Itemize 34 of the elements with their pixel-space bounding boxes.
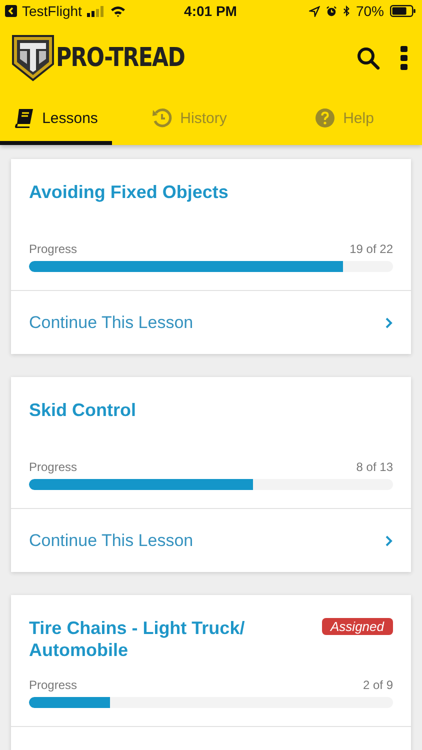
tab[interactable]: History	[112, 95, 267, 145]
signal-icon	[86, 6, 105, 16]
help-icon	[315, 108, 336, 128]
chevron-right-icon	[385, 534, 393, 546]
battery-percent: 70%	[356, 3, 384, 19]
progress-count: 8 of 13	[356, 459, 393, 475]
brand-name: PRO-TREAD	[56, 42, 185, 72]
progress-label: Progress	[29, 677, 78, 693]
clock: 4:01 PM	[184, 3, 237, 19]
more-options-icon[interactable]	[400, 46, 408, 70]
tab[interactable]: Lessons	[0, 95, 112, 145]
assigned-badge: Assigned	[322, 618, 393, 635]
history-icon	[152, 108, 172, 128]
progress-label: Progress	[29, 241, 78, 257]
progress-count: 2 of 9	[362, 677, 393, 693]
tab[interactable]: Help	[267, 95, 422, 145]
shield-logo-icon	[11, 34, 55, 82]
back-icon	[5, 5, 17, 17]
alarm-icon	[326, 6, 337, 16]
continue-lesson-button[interactable]: Continue This Lesson	[11, 291, 411, 354]
lesson-title: Skid Control	[29, 399, 136, 421]
back-app-label[interactable]: TestFlight	[22, 3, 82, 19]
wifi-icon	[110, 5, 126, 17]
lesson-title: Avoiding Fixed Objects	[29, 181, 228, 203]
book-icon	[14, 108, 34, 128]
continue-lesson-button[interactable]: Continue This Lesson	[11, 509, 411, 572]
bluetooth-icon	[342, 5, 350, 17]
location-icon	[308, 6, 320, 16]
chevron-right-icon	[385, 316, 393, 328]
progress-count: 19 of 22	[350, 241, 393, 257]
battery-icon	[390, 5, 416, 17]
progress-label: Progress	[29, 459, 78, 475]
search-icon[interactable]	[356, 46, 380, 70]
lesson-title: Tire Chains - Light Truck/ Automobile	[29, 617, 246, 661]
